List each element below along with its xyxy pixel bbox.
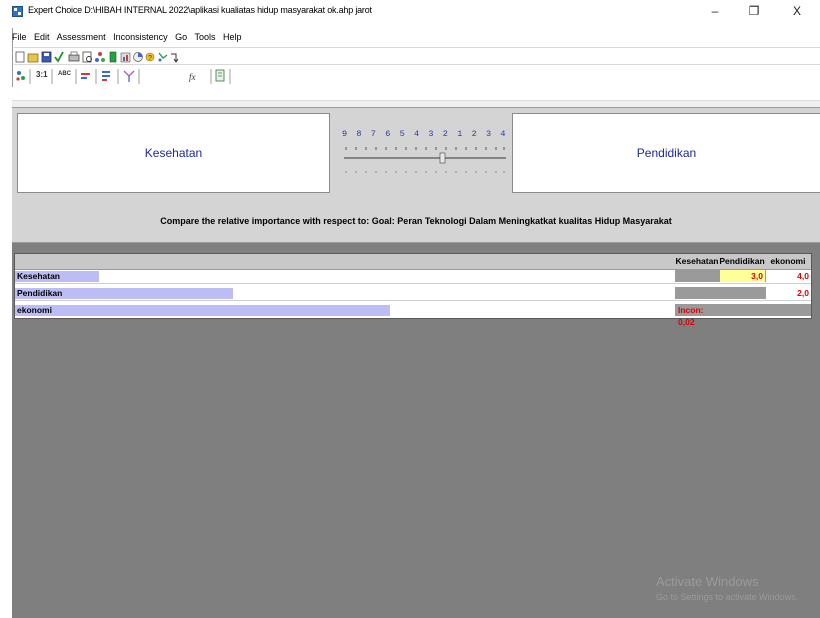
- chart-icon[interactable]: [120, 52, 131, 63]
- title-bar: Expert Choice D:\HIBAH INTERNAL 2022\apl…: [0, 0, 820, 22]
- comparison-scale[interactable]: 9 8 7 6 5 4 3 2 1 2 3 4 5 6 7 8 9: [334, 113, 578, 193]
- formula-icon[interactable]: fx: [189, 72, 196, 82]
- left-item-label: Kesehatan: [144, 146, 203, 160]
- matrix-cell[interactable]: [675, 287, 719, 299]
- app-icon: [12, 6, 23, 17]
- matrix-cell[interactable]: 4,0: [765, 270, 811, 282]
- column-header: Kesehatan: [675, 256, 719, 266]
- column-header: Pendidikan: [719, 256, 765, 266]
- menu-inconsistency[interactable]: Inconsistency: [113, 32, 168, 42]
- right-item-box[interactable]: Pendidikan: [512, 113, 820, 193]
- menu-assessment[interactable]: Assessment: [57, 32, 106, 42]
- instruction-bar: Compare the relative importance with res…: [12, 200, 820, 243]
- questionnaire-mode-icon[interactable]: [102, 71, 110, 81]
- left-item-box[interactable]: Kesehatan: [17, 113, 330, 193]
- window-title: Expert Choice D:\HIBAH INTERNAL 2022\apl…: [28, 5, 372, 15]
- check-icon[interactable]: [54, 51, 64, 63]
- activate-windows-title: Activate Windows: [656, 574, 759, 589]
- step-arrow-icon[interactable]: [171, 53, 179, 63]
- comparison-matrix: Kesehatan Pendidikan ekonomi Kesehatan 3…: [14, 253, 812, 327]
- toolbar-modes: fx 3:1 ABC: [14, 64, 820, 88]
- menu-bar: File Edit Assessment Inconsistency Go To…: [12, 32, 247, 46]
- menu-help[interactable]: Help: [223, 32, 242, 42]
- new-file-icon[interactable]: [15, 51, 25, 63]
- numerical-mode-button[interactable]: 3:1: [36, 70, 48, 79]
- svg-text:?: ?: [148, 55, 152, 62]
- row-label: Kesehatan: [17, 271, 60, 281]
- tree-icon[interactable]: [95, 52, 105, 62]
- matrix-cell[interactable]: [719, 304, 765, 316]
- menu-tools[interactable]: Tools: [195, 32, 216, 42]
- pointer-tool-icon[interactable]: [158, 52, 168, 62]
- save-icon[interactable]: [41, 51, 52, 63]
- menu-edit[interactable]: Edit: [34, 32, 50, 42]
- inconsistency-cell: Incon: 0,02: [675, 304, 719, 327]
- matrix-cell-selected[interactable]: 3,0: [719, 270, 765, 282]
- matrix-cell[interactable]: [719, 287, 765, 299]
- matrix-row[interactable]: ekonomi Incon: 0,02: [15, 304, 811, 327]
- close-button[interactable]: X: [782, 2, 812, 20]
- menu-go[interactable]: Go: [175, 32, 187, 42]
- matrix-row[interactable]: Kesehatan 3,0 4,0: [15, 270, 811, 284]
- toolbar-main: ?: [14, 47, 820, 64]
- arrows-mode-icon[interactable]: [123, 70, 135, 82]
- matrix-header: Kesehatan Pendidikan ekonomi: [15, 254, 811, 270]
- minimize-button[interactable]: –: [700, 2, 730, 20]
- matrix-cell[interactable]: [675, 270, 719, 282]
- separator-strip: [12, 100, 820, 107]
- notes-icon[interactable]: [215, 69, 225, 82]
- row-label: ekonomi: [17, 305, 52, 315]
- instruction-text: Compare the relative importance with res…: [160, 216, 672, 226]
- matrix-cell[interactable]: [765, 304, 811, 316]
- row-label: Pendidikan: [17, 288, 63, 298]
- sensitivity-icon[interactable]: [133, 52, 143, 62]
- scale-slider-thumb[interactable]: [439, 152, 446, 164]
- matrix-row[interactable]: Pendidikan 2,0: [15, 287, 811, 301]
- matrix-cell[interactable]: 2,0: [765, 287, 811, 299]
- maximize-button[interactable]: ❐: [739, 2, 769, 20]
- open-folder-icon[interactable]: [27, 53, 39, 63]
- bar-graph-mode-icon[interactable]: [81, 73, 90, 79]
- print-icon[interactable]: [68, 51, 80, 62]
- activate-windows-subtitle: Go to Settings to activate Windows.: [656, 592, 799, 602]
- menu-file[interactable]: File: [12, 32, 27, 42]
- column-header: ekonomi: [770, 256, 806, 266]
- print-preview-icon[interactable]: [82, 51, 92, 63]
- verbal-mode-icon[interactable]: [16, 71, 25, 81]
- help-question-icon[interactable]: ?: [145, 52, 155, 62]
- data-grid-icon[interactable]: [109, 51, 117, 63]
- priority-bar: [15, 305, 391, 316]
- abc-mode-button[interactable]: ABC: [58, 71, 71, 77]
- right-item-label: Pendidikan: [636, 146, 697, 160]
